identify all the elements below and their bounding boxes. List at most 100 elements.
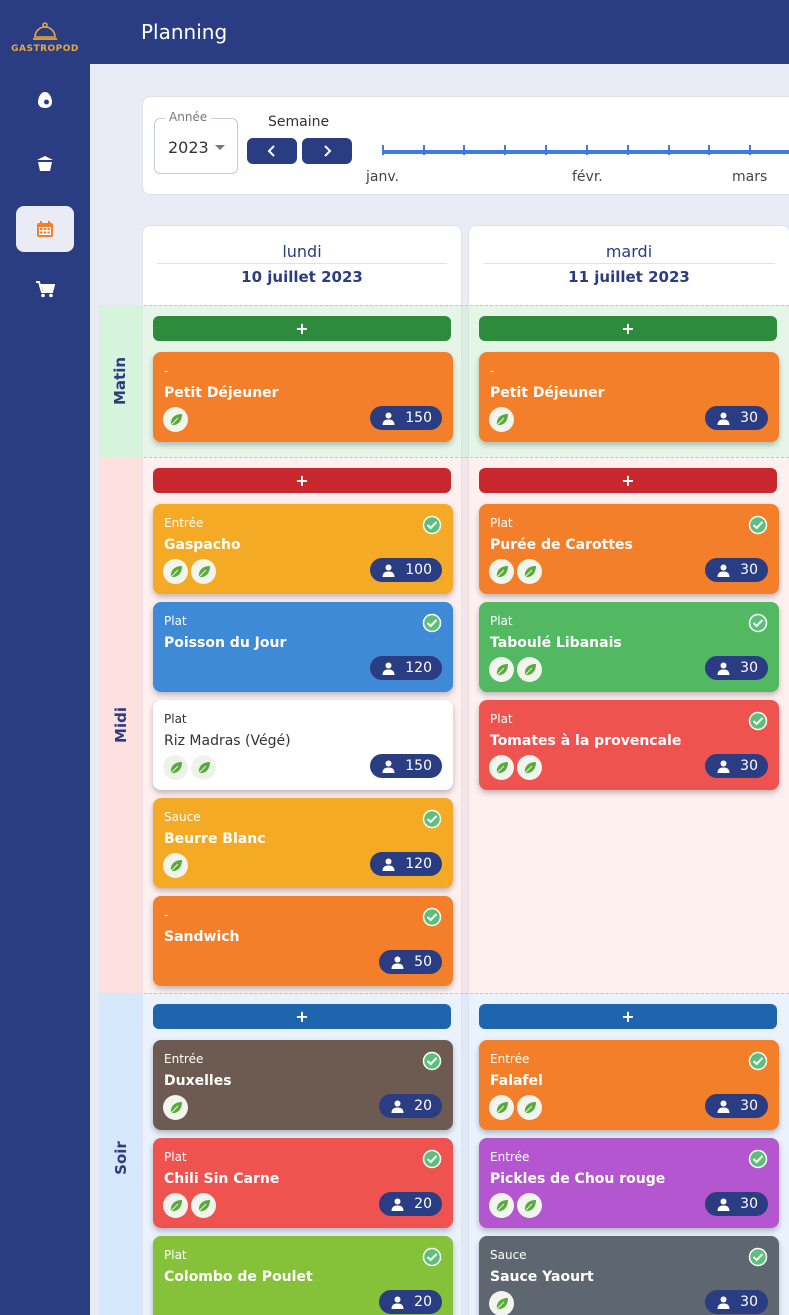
dish-card[interactable]: - Petit Déjeuner 150 xyxy=(153,352,453,442)
dish-card[interactable]: Entrée Falafel 30 xyxy=(479,1040,779,1130)
week-timeline-slider[interactable] xyxy=(382,145,789,155)
add-dish-button-midi[interactable]: + xyxy=(153,468,451,493)
diet-badges xyxy=(163,853,188,878)
timeline-tick xyxy=(586,145,588,155)
nav-item-planning[interactable] xyxy=(16,206,74,252)
year-select[interactable]: Année 2023 xyxy=(154,110,238,174)
leaf-icon xyxy=(489,657,514,682)
dish-card[interactable]: Sauce Beurre Blanc 120 xyxy=(153,798,453,888)
week-label: Semaine xyxy=(268,114,330,130)
dish-card[interactable]: Plat Tomates à la provencale 30 xyxy=(479,700,779,790)
egg-icon xyxy=(38,92,52,108)
dish-card[interactable]: Plat Colombo de Poulet 20 xyxy=(153,1236,453,1315)
timeline-tick xyxy=(668,145,670,155)
check-circle-icon[interactable] xyxy=(422,1247,442,1267)
add-dish-button-soir[interactable]: + xyxy=(153,1004,451,1029)
person-icon xyxy=(717,1100,730,1113)
dish-card[interactable]: Plat Chili Sin Carne 20 xyxy=(153,1138,453,1228)
timeline-tick xyxy=(545,145,547,155)
add-dish-button-matin[interactable]: + xyxy=(479,316,777,341)
dish-card[interactable]: Plat Riz Madras (Végé) 150 xyxy=(153,700,453,790)
check-circle-icon[interactable] xyxy=(748,1149,768,1169)
leaf-icon xyxy=(191,755,216,780)
leaf-icon xyxy=(163,755,188,780)
dish-card[interactable]: Sauce Sauce Yaourt 30 xyxy=(479,1236,779,1315)
meal-label-text: Matin xyxy=(111,356,130,406)
dish-name: Beurre Blanc xyxy=(164,831,266,847)
check-circle-icon[interactable] xyxy=(422,613,442,633)
guest-count: 100 xyxy=(405,562,432,578)
dish-name: Petit Déjeuner xyxy=(490,385,605,401)
top-app-bar: Planning xyxy=(90,0,789,64)
dish-category: Sauce xyxy=(490,1248,527,1262)
timeline-tick xyxy=(463,145,465,155)
check-circle-icon[interactable] xyxy=(422,1149,442,1169)
year-select-label: Année xyxy=(165,110,212,124)
dish-category: - xyxy=(164,908,169,922)
dish-category: Plat xyxy=(490,614,513,628)
dish-category: Entrée xyxy=(490,1052,530,1066)
dish-category: - xyxy=(164,364,169,378)
page-title: Planning xyxy=(141,20,228,44)
dish-card[interactable]: - Sandwich 50 xyxy=(153,896,453,986)
dish-name: Petit Déjeuner xyxy=(164,385,279,401)
check-circle-icon[interactable] xyxy=(748,515,768,535)
check-circle-icon[interactable] xyxy=(748,613,768,633)
guest-count: 30 xyxy=(740,1098,758,1114)
timeline-month-label: janv. xyxy=(366,169,399,185)
meal-label-midi: Midi xyxy=(99,457,142,993)
dish-card[interactable]: Plat Taboulé Libanais 30 xyxy=(479,602,779,692)
cart-icon xyxy=(36,281,55,298)
leaf-icon xyxy=(163,1193,188,1218)
dish-category: Plat xyxy=(164,1248,187,1262)
add-dish-button-matin[interactable]: + xyxy=(153,316,451,341)
check-circle-icon[interactable] xyxy=(422,809,442,829)
diet-badges xyxy=(489,1095,542,1120)
dish-name: Pickles de Chou rouge xyxy=(490,1171,666,1187)
leaf-icon xyxy=(191,559,216,584)
dish-category: Plat xyxy=(490,712,513,726)
leaf-icon xyxy=(163,1095,188,1120)
add-dish-button-soir[interactable]: + xyxy=(479,1004,777,1029)
diet-badges xyxy=(163,1095,188,1120)
next-week-button[interactable] xyxy=(302,138,352,164)
dish-category: Entrée xyxy=(490,1150,530,1164)
diet-badges xyxy=(163,559,216,584)
previous-week-button[interactable] xyxy=(247,138,297,164)
dish-card[interactable]: Entrée Duxelles 20 xyxy=(153,1040,453,1130)
day-date: 11 juillet 2023 xyxy=(568,268,690,286)
check-circle-icon[interactable] xyxy=(748,1051,768,1071)
person-icon xyxy=(382,412,395,425)
caret-down-icon xyxy=(215,145,225,150)
guest-count: 30 xyxy=(740,562,758,578)
dish-card[interactable]: Entrée Pickles de Chou rouge 30 xyxy=(479,1138,779,1228)
guest-count-badge: 50 xyxy=(379,950,442,974)
check-circle-icon[interactable] xyxy=(748,1247,768,1267)
check-circle-icon[interactable] xyxy=(748,711,768,731)
gastropod-logo[interactable]: GASTROPOD xyxy=(0,22,90,54)
check-circle-icon[interactable] xyxy=(422,907,442,927)
dish-card[interactable]: Entrée Gaspacho 100 xyxy=(153,504,453,594)
nav-item-ingredients[interactable] xyxy=(16,77,74,123)
guest-count: 30 xyxy=(740,1294,758,1310)
person-icon xyxy=(717,564,730,577)
timeline-tick xyxy=(504,145,506,155)
meal-label-matin: Matin xyxy=(99,305,142,457)
dish-card[interactable]: Plat Purée de Carottes 30 xyxy=(479,504,779,594)
timeline-tick xyxy=(423,145,425,155)
guest-count-badge: 30 xyxy=(705,1192,768,1216)
person-icon xyxy=(717,1296,730,1309)
nav-item-shopping[interactable] xyxy=(16,266,74,312)
guest-count-badge: 120 xyxy=(370,852,442,876)
check-circle-icon[interactable] xyxy=(422,1051,442,1071)
guest-count-badge: 20 xyxy=(379,1290,442,1314)
add-dish-button-midi[interactable]: + xyxy=(479,468,777,493)
timeline-tick xyxy=(627,145,629,155)
dish-card[interactable]: Plat Poisson du Jour 120 xyxy=(153,602,453,692)
dish-category: Entrée xyxy=(164,516,204,530)
day-name: lundi xyxy=(157,242,447,264)
nav-item-recipes[interactable] xyxy=(16,140,74,186)
dish-card[interactable]: - Petit Déjeuner 30 xyxy=(479,352,779,442)
meal-label-soir: Soir xyxy=(99,993,142,1315)
check-circle-icon[interactable] xyxy=(422,515,442,535)
